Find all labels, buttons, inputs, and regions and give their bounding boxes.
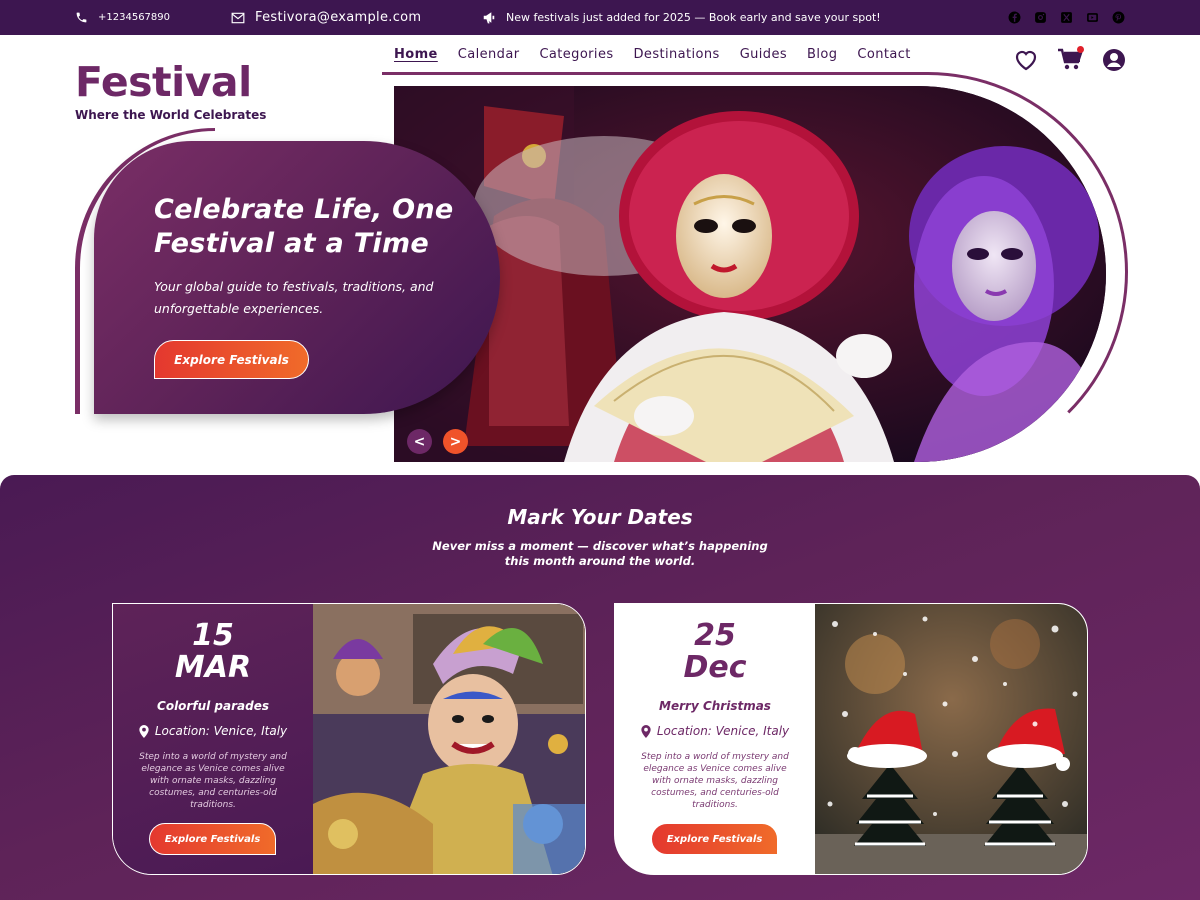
header-actions (1013, 46, 1127, 73)
hero-title-line1: Celebrate Life, One (154, 194, 454, 225)
top-bar: +1234567890 Festivora@example.com New fe… (0, 0, 1200, 35)
event-card: 15 MAR Colorful parades Location: Venice… (112, 603, 586, 875)
facebook-icon[interactable] (1007, 11, 1021, 25)
nav-calendar[interactable]: Calendar (458, 47, 520, 62)
event-day: 15 (192, 618, 234, 653)
event-name: Merry Christmas (659, 699, 771, 713)
event-month: Dec (683, 650, 747, 685)
mail-icon (231, 12, 245, 23)
social-links (1007, 0, 1125, 35)
heart-icon[interactable] (1013, 47, 1039, 73)
event-image-christmas-trees (815, 604, 1087, 874)
phone-icon (76, 12, 87, 23)
event-card: 25 Dec Merry Christmas Location: Venice,… (614, 603, 1088, 875)
phone-number: +1234567890 (98, 12, 171, 23)
email-address: Festivora@example.com (255, 10, 422, 25)
nav-categories[interactable]: Categories (539, 47, 613, 62)
location-pin-icon (139, 724, 149, 738)
phone-contact[interactable]: +1234567890 (75, 0, 170, 35)
announcement-text: New festivals just added for 2025 — Book… (506, 11, 881, 24)
main-nav: Home Calendar Categories Destinations Gu… (394, 47, 911, 62)
mark-your-dates-section: Mark Your Dates Never miss a moment — di… (0, 475, 1200, 900)
carousel-prev-button[interactable]: < (407, 429, 432, 454)
instagram-icon[interactable] (1033, 11, 1047, 25)
user-icon[interactable] (1101, 47, 1127, 73)
event-location: Location: Venice, Italy (113, 724, 313, 738)
cart-icon[interactable] (1057, 46, 1084, 73)
cart-badge (1077, 46, 1084, 53)
event-location: Location: Venice, Italy (615, 724, 815, 738)
nav-guides[interactable]: Guides (740, 47, 787, 62)
brand-name: Festival (75, 58, 252, 106)
youtube-icon[interactable] (1085, 11, 1099, 25)
location-pin-icon (641, 724, 651, 738)
megaphone-icon (483, 12, 495, 24)
nav-blog[interactable]: Blog (807, 47, 837, 62)
brand-logo[interactable]: Festival Where the World Celebrates (75, 58, 266, 122)
announcement: New festivals just added for 2025 — Book… (482, 0, 881, 35)
nav-home[interactable]: Home (394, 47, 438, 62)
nav-destinations[interactable]: Destinations (634, 47, 720, 62)
event-day: 25 (694, 618, 736, 653)
event-description: Step into a world of mystery and eleganc… (139, 752, 287, 810)
event-image-parade (313, 604, 585, 874)
email-contact[interactable]: Festivora@example.com (231, 0, 421, 35)
nav-contact[interactable]: Contact (857, 47, 910, 62)
event-info: 25 Dec Merry Christmas Location: Venice,… (615, 604, 815, 874)
section-subtitle: Never miss a moment — discover what’s ha… (432, 539, 768, 568)
explore-festivals-button[interactable]: Explore Festivals (149, 823, 276, 855)
carousel-next-button[interactable]: > (443, 429, 468, 454)
section-title: Mark Your Dates (507, 505, 693, 529)
explore-festivals-button[interactable]: Explore Festivals (154, 340, 309, 379)
explore-festivals-button[interactable]: Explore Festivals (651, 823, 778, 855)
hero-title-line2: Festival at a Time (154, 228, 430, 259)
event-location-text: Location: Venice, Italy (656, 724, 790, 738)
hero-title: Celebrate Life, One Festival at a Time (154, 193, 454, 261)
hero-card: Celebrate Life, One Festival at a Time Y… (94, 141, 500, 414)
x-icon[interactable] (1059, 11, 1073, 25)
hero-subtitle: Your global guide to festivals, traditio… (154, 279, 434, 316)
event-info: 15 MAR Colorful parades Location: Venice… (113, 604, 313, 874)
pinterest-icon[interactable] (1111, 11, 1125, 25)
event-description: Step into a world of mystery and eleganc… (641, 752, 789, 810)
event-location-text: Location: Venice, Italy (154, 724, 288, 738)
brand-tagline: Where the World Celebrates (75, 108, 267, 122)
event-name: Colorful parades (157, 699, 269, 713)
hero-image-carnival-masks (394, 86, 1106, 462)
event-month: MAR (174, 650, 252, 685)
